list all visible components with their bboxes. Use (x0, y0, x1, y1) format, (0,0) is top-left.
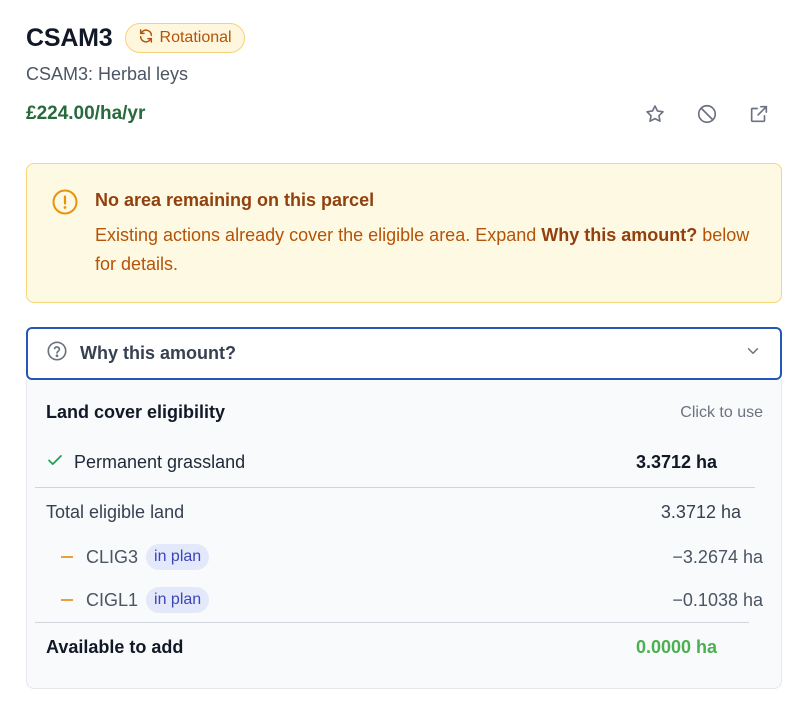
no-area-alert: No area remaining on this parcel Existin… (26, 163, 782, 303)
alert-title: No area remaining on this parcel (95, 190, 375, 210)
eligibility-panel: Land cover eligibility Click to use Perm… (26, 380, 782, 689)
alert-text-strong: Why this amount? (541, 225, 698, 245)
in-plan-badge: in plan (146, 544, 210, 570)
deduction-code: CIGL1 (86, 589, 139, 610)
favourite-button[interactable] (636, 95, 674, 133)
total-eligible-label: Total eligible land (46, 501, 185, 522)
minus-icon (61, 556, 73, 558)
available-to-add-row: Available to add 0.0000 ha (46, 633, 717, 661)
land-cover-value: 3.3712 ha (635, 451, 717, 472)
divider (35, 487, 755, 488)
action-header: CSAM3 Rotational CSAM3: Herbal leys £224… (26, 20, 774, 129)
alert-text-start: Existing actions already cover the eligi… (95, 225, 542, 245)
click-to-use-hint: Click to use (680, 404, 763, 421)
warning-circle-icon (51, 188, 79, 302)
minus-icon (61, 599, 73, 601)
payment-rate: £224.00/ha/yr (26, 103, 146, 124)
in-plan-badge: in plan (146, 587, 210, 613)
alert-text: Existing actions already cover the eligi… (95, 221, 757, 279)
deduction-value: −0.1038 ha (672, 589, 763, 610)
divider (35, 622, 749, 623)
action-buttons (636, 95, 778, 133)
help-circle-icon (46, 340, 68, 367)
chevron-down-icon (744, 342, 762, 365)
available-label: Available to add (46, 636, 184, 657)
land-cover-row-permanent-grassland[interactable]: Permanent grassland 3.3712 ha (46, 448, 717, 476)
deduction-code: CLIG3 (86, 546, 139, 567)
rotational-badge: Rotational (124, 23, 245, 53)
land-cover-eligibility-heading: Land cover eligibility (46, 402, 226, 422)
badge-label: Rotational (159, 29, 232, 46)
star-icon (646, 105, 664, 123)
block-icon (697, 104, 717, 124)
action-code-title: CSAM3 (26, 23, 113, 52)
why-this-amount-toggle[interactable]: Why this amount? (26, 327, 782, 380)
total-eligible-row: Total eligible land 3.3712 ha (46, 498, 741, 526)
why-this-amount-label: Why this amount? (80, 343, 236, 363)
deduction-value: −3.2674 ha (672, 546, 763, 567)
alert-body: No area remaining on this parcel Existin… (95, 188, 757, 302)
deduction-row-cigl1: CIGL1 in plan −0.1038 ha (61, 586, 763, 614)
total-eligible-value: 3.3712 ha (660, 501, 741, 522)
open-external-button[interactable] (740, 95, 778, 133)
external-link-icon (750, 105, 768, 123)
action-subtitle: CSAM3: Herbal leys (26, 64, 189, 84)
price-row: £224.00/ha/yr (26, 99, 774, 129)
check-icon (46, 451, 64, 474)
available-value: 0.0000 ha (635, 636, 717, 657)
exclude-button[interactable] (688, 95, 726, 133)
deduction-row-clig3: CLIG3 in plan −3.2674 ha (61, 543, 763, 571)
title-row: CSAM3 Rotational (26, 20, 774, 56)
land-cover-label: Permanent grassland (74, 451, 246, 472)
refresh-icon (138, 28, 154, 49)
